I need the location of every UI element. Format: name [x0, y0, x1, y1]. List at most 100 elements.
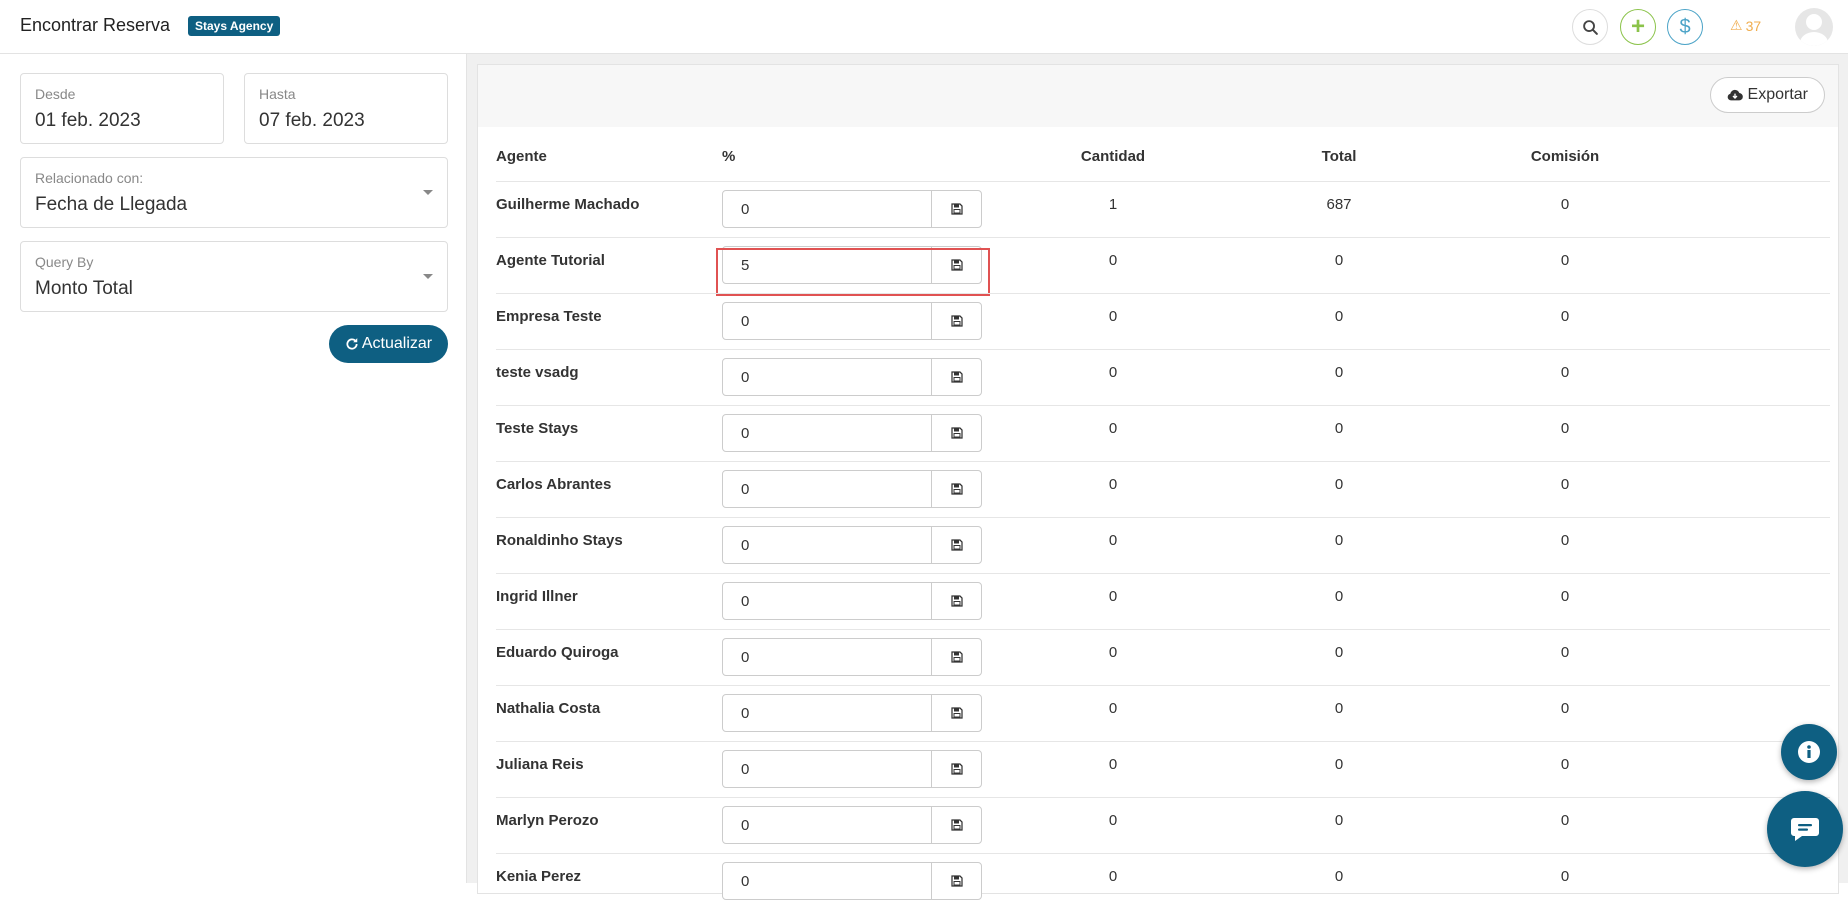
save-button[interactable] [931, 526, 982, 564]
hasta-field[interactable]: Hasta 07 feb. 2023 [244, 73, 448, 144]
save-icon [950, 875, 963, 887]
save-button[interactable] [931, 358, 982, 396]
agent-name: Juliana Reis [496, 756, 584, 773]
actualizar-label: Actualizar [361, 335, 433, 352]
export-label: Exportar [1747, 86, 1808, 103]
refresh-icon [346, 338, 358, 350]
agent-name: Agente Tutorial [496, 252, 605, 269]
save-button[interactable] [931, 246, 982, 284]
agent-name: Empresa Teste [496, 308, 602, 325]
chat-button[interactable] [1767, 791, 1843, 867]
actualizar-button[interactable]: Actualizar [329, 325, 448, 363]
agent-name: Marlyn Perozo [496, 812, 599, 829]
agent-name: Eduardo Quiroga [496, 644, 619, 661]
save-button[interactable] [931, 414, 982, 452]
agent-name: Teste Stays [496, 420, 579, 437]
finance-button[interactable]: $ [1667, 9, 1703, 45]
pct-input[interactable] [722, 694, 932, 732]
save-button[interactable] [931, 190, 982, 228]
total-cell: 0 [1334, 364, 1344, 381]
pct-input[interactable] [722, 750, 932, 788]
pct-input-group [722, 862, 982, 900]
total-cell: 0 [1334, 476, 1344, 493]
pct-input[interactable] [722, 638, 932, 676]
pct-input-group [722, 526, 982, 564]
pct-input[interactable] [722, 302, 932, 340]
table-row: teste vsadg 0 0 0 [496, 349, 1830, 405]
pct-input[interactable] [722, 358, 932, 396]
export-button[interactable]: Exportar [1709, 77, 1825, 113]
relacionado-select[interactable]: Relacionado con: Fecha de Llegada [20, 157, 448, 228]
table-row: Kenia Perez 0 0 0 [496, 853, 1830, 909]
query-by-value: Monto Total [35, 278, 133, 299]
save-button[interactable] [931, 806, 982, 844]
pct-input[interactable] [722, 806, 932, 844]
save-button[interactable] [931, 750, 982, 788]
header-comision: Comisión [1530, 148, 1600, 165]
save-icon [950, 763, 963, 775]
comision-cell: 0 [1560, 196, 1570, 213]
total-cell: 0 [1334, 308, 1344, 325]
comision-cell: 0 [1560, 252, 1570, 269]
cantidad-cell: 1 [1108, 196, 1118, 213]
agents-table: Guilherme Machado 1 687 0 Agente Tutorial 0 0 0… [496, 181, 1830, 909]
top-header: Encontrar Reserva Stays Agency + $ ⚠ 37 [0, 0, 1848, 54]
cantidad-cell: 0 [1108, 308, 1118, 325]
save-button[interactable] [931, 582, 982, 620]
agent-name: Ronaldinho Stays [496, 532, 623, 549]
avatar[interactable] [1795, 8, 1833, 46]
cantidad-cell: 0 [1108, 868, 1118, 885]
pct-input[interactable] [722, 470, 932, 508]
save-button[interactable] [931, 862, 982, 900]
agent-name: Nathalia Costa [496, 700, 601, 717]
pct-input[interactable] [722, 582, 932, 620]
save-icon [950, 819, 963, 831]
pct-input[interactable] [722, 414, 932, 452]
search-button[interactable] [1572, 9, 1608, 45]
comision-cell: 0 [1560, 420, 1570, 437]
agent-name: Ingrid Illner [496, 588, 578, 605]
caret-down-icon [423, 274, 433, 279]
cantidad-cell: 0 [1108, 644, 1118, 661]
save-icon [950, 203, 963, 215]
pct-input[interactable] [722, 862, 932, 900]
header-cantidad: Cantidad [1080, 148, 1146, 165]
header-total: Total [1321, 148, 1357, 165]
total-cell: 0 [1334, 252, 1344, 269]
query-by-select[interactable]: Query By Monto Total [20, 241, 448, 312]
total-cell: 0 [1334, 532, 1344, 549]
save-button[interactable] [931, 302, 982, 340]
comision-cell: 0 [1560, 812, 1570, 829]
alert-count: 37 [1745, 17, 1762, 34]
save-icon [950, 539, 963, 551]
comision-cell: 0 [1560, 308, 1570, 325]
save-button[interactable] [931, 638, 982, 676]
query-by-label: Query By [35, 254, 94, 270]
search-icon [1582, 19, 1598, 35]
save-button[interactable] [931, 694, 982, 732]
add-button[interactable]: + [1620, 9, 1656, 45]
pct-input[interactable] [722, 190, 932, 228]
plus-icon: + [1630, 13, 1645, 40]
cloud-download-icon [1727, 89, 1743, 101]
alerts-button[interactable]: ⚠ 37 [1730, 17, 1761, 34]
warning-icon: ⚠ [1730, 17, 1743, 33]
pct-input[interactable] [722, 526, 932, 564]
pct-input-group [722, 750, 982, 788]
info-button[interactable] [1781, 724, 1837, 780]
save-icon [950, 595, 963, 607]
pct-input-group [722, 302, 982, 340]
comision-cell: 0 [1560, 756, 1570, 773]
pct-input-group [722, 470, 982, 508]
total-cell: 0 [1334, 700, 1344, 717]
comision-cell: 0 [1560, 476, 1570, 493]
header-pct: % [722, 148, 736, 165]
save-button[interactable] [931, 470, 982, 508]
desde-field[interactable]: Desde 01 feb. 2023 [20, 73, 224, 144]
save-icon [950, 315, 963, 327]
agent-name: Guilherme Machado [496, 196, 640, 213]
cantidad-cell: 0 [1108, 476, 1118, 493]
pct-input[interactable] [722, 246, 932, 284]
total-cell: 0 [1334, 812, 1344, 829]
total-cell: 0 [1334, 588, 1344, 605]
